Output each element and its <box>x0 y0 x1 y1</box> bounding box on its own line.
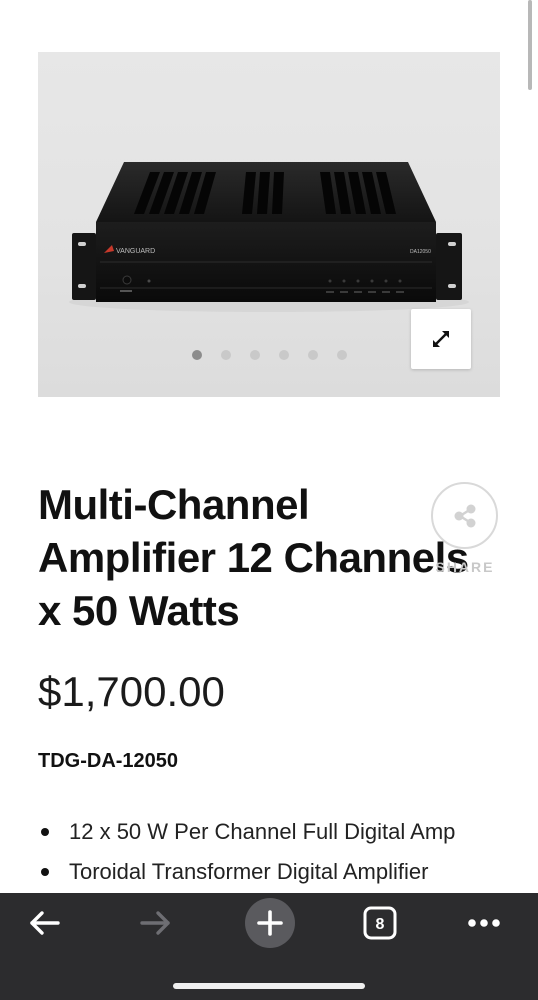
plus-icon <box>245 898 295 948</box>
product-sku: TDG-DA-12050 <box>38 750 179 772</box>
feature-text: 12 x 50 W Per Channel Full Digital Amp <box>69 819 456 844</box>
expand-image-button[interactable] <box>411 309 471 369</box>
tabs-button[interactable]: 8 <box>361 897 399 949</box>
feature-text: Toroidal Transformer Digital Amplifier <box>69 859 429 884</box>
carousel-dot-2[interactable] <box>221 350 231 360</box>
carousel-dots <box>192 350 366 360</box>
new-tab-button[interactable] <box>244 897 296 949</box>
back-button[interactable] <box>22 897 66 949</box>
list-item: 12 x 50 W Per Channel Full Digital Amp <box>38 812 455 852</box>
product-price: $1,700.00 <box>38 668 225 715</box>
carousel-dot-3[interactable] <box>250 350 260 360</box>
share-button[interactable] <box>431 482 498 549</box>
expand-arrows-icon <box>433 331 449 347</box>
share-label[interactable]: SHARE <box>428 559 502 575</box>
share-icon <box>454 504 475 527</box>
carousel-dot-5[interactable] <box>308 350 318 360</box>
list-item: Toroidal Transformer Digital Amplifier <box>38 852 455 892</box>
svg-text:DA12050: DA12050 <box>410 249 431 255</box>
bullet <box>41 828 49 836</box>
bullet <box>41 868 49 876</box>
carousel-dot-6[interactable] <box>337 350 347 360</box>
more-icon <box>468 919 500 927</box>
carousel-dot-1[interactable] <box>192 350 202 360</box>
scroll-indicator[interactable] <box>528 0 532 90</box>
product-gallery[interactable]: VANGUARD DA12050 <box>38 52 500 397</box>
product-title: Multi-Channel Amplifier 12 Channels x 50… <box>38 481 469 634</box>
more-button[interactable] <box>462 897 506 949</box>
forward-arrow-icon <box>140 911 170 935</box>
forward-button[interactable] <box>134 897 178 949</box>
svg-text:VANGUARD: VANGUARD <box>116 248 155 255</box>
carousel-dot-4[interactable] <box>279 350 289 360</box>
feature-list: 12 x 50 W Per Channel Full Digital Amp T… <box>38 812 455 892</box>
tabs-icon: 8 <box>363 906 397 940</box>
home-indicator[interactable] <box>173 983 365 989</box>
tab-count: 8 <box>376 916 385 933</box>
back-arrow-icon <box>30 911 60 935</box>
